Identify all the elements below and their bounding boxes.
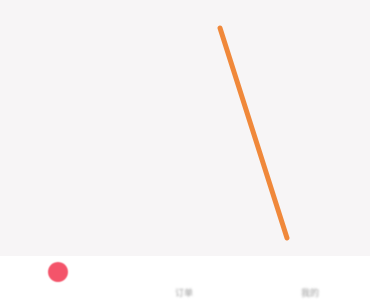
bottom-tab-bar: 订单 我的 (0, 256, 370, 304)
needle-line-icon (217, 25, 290, 241)
tab-home[interactable] (12, 256, 104, 304)
content-area (0, 0, 370, 256)
app-screen: 订单 我的 (0, 0, 370, 304)
tab-orders-label: 订单 (174, 289, 193, 299)
tab-orders[interactable]: 订单 (138, 256, 230, 304)
tab-mine-label: 我的 (300, 289, 319, 299)
tab-mine[interactable]: 我的 (264, 256, 356, 304)
record-dot-icon (48, 262, 68, 282)
pointer-overlay (217, 25, 290, 241)
